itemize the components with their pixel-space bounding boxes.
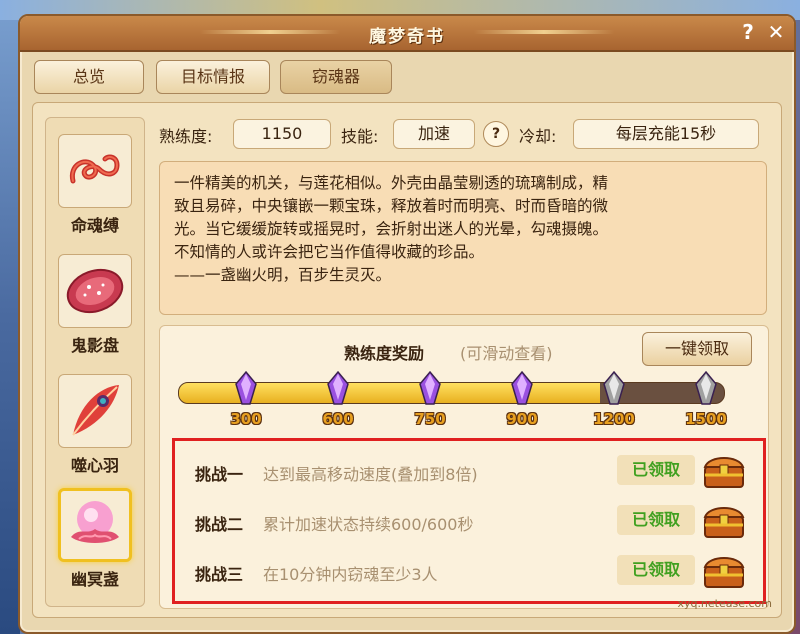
content-panel: 命魂缚 鬼影盘 噬心羽 幽冥盏 熟练度: 1150 技能: 加速 ? 冷却: 每…	[32, 102, 782, 618]
challenge-status: 已领取	[617, 505, 695, 535]
challenge-status: 已领取	[617, 455, 695, 485]
cooldown-label: 冷却:	[519, 127, 557, 146]
disc-icon	[66, 268, 124, 314]
background-left	[0, 0, 20, 634]
book-window: 魔梦奇书 ? ✕ 总览 目标情报 窃魂器 命魂缚 鬼影盘 噬心羽 幽冥盏 熟练度…	[18, 14, 796, 634]
close-button[interactable]: ✕	[764, 20, 788, 44]
description-line: 致且易碎，中央镶嵌一颗宝珠，释放着时而明亮、时而昏暗的微	[174, 197, 609, 215]
item-frame	[58, 374, 132, 448]
milestone-label: 1500	[685, 410, 727, 428]
milestone-label: 300	[230, 410, 262, 428]
treasure-chest-icon[interactable]	[701, 501, 747, 539]
description-line: 不知情的人或许会把它当作值得收藏的珍品。	[174, 243, 485, 261]
challenge-desc: 在10分钟内窃魂至少3人	[263, 565, 438, 584]
skill-value: 加速	[393, 119, 475, 149]
titlebar[interactable]: 魔梦奇书 ? ✕	[20, 16, 794, 52]
description-line: 一件精美的机关，与莲花相似。外壳由晶莹剔透的琉璃制成，精	[174, 174, 609, 192]
reward-hint: (可滑动查看)	[460, 344, 553, 363]
sidebar-item-soul-rope[interactable]: 命魂缚	[58, 134, 132, 236]
tab-overview[interactable]: 总览	[34, 60, 144, 94]
purple-crystal-icon[interactable]	[410, 368, 450, 408]
challenge-desc: 累计加速状态持续600/600秒	[263, 515, 474, 534]
feather-icon	[72, 385, 119, 436]
skill-label: 技能:	[341, 127, 379, 146]
milestone-label: 900	[506, 410, 538, 428]
challenge-desc: 达到最高移动速度(叠加到8倍)	[263, 465, 478, 484]
challenge-list: 挑战一 达到最高移动速度(叠加到8倍) 已领取 挑战二 累计加速状态持续600/…	[172, 438, 766, 604]
rope-icon	[69, 154, 120, 184]
milestone-label: 750	[414, 410, 446, 428]
item-description: 一件精美的机关，与莲花相似。外壳由晶莹剔透的琉璃制成，精 致且易碎，中央镶嵌一颗…	[159, 161, 767, 315]
challenge-row: 挑战三 在10分钟内窃魂至少3人 已领取	[189, 551, 755, 591]
milestone-label: 600	[322, 410, 354, 428]
skill-help-button[interactable]: ?	[483, 121, 509, 147]
proficiency-label: 熟练度:	[159, 127, 213, 146]
sidebar-item-ghost-disc[interactable]: 鬼影盘	[58, 254, 132, 356]
sidebar-item-netherlamp[interactable]: 幽冥盏	[58, 488, 132, 590]
item-sidebar: 命魂缚 鬼影盘 噬心羽 幽冥盏	[45, 117, 145, 607]
item-frame-selected	[58, 488, 132, 562]
purple-crystal-icon[interactable]	[502, 368, 542, 408]
treasure-chest-icon[interactable]	[701, 451, 747, 489]
proficiency-reward-panel[interactable]: 熟练度奖励 (可滑动查看) 一键领取 300 600 750 900 1200 1500 …	[159, 325, 769, 609]
window-title: 魔梦奇书	[369, 27, 445, 47]
challenge-row: 挑战一 达到最高移动速度(叠加到8倍) 已领取	[189, 451, 755, 491]
item-label: 命魂缚	[70, 216, 119, 235]
item-label: 噬心羽	[70, 456, 119, 475]
challenge-name: 挑战一	[195, 465, 244, 484]
description-line: 光。当它缓缓旋转或摇晃时，会折射出迷人的光晕，勾魂摄魄。	[174, 220, 609, 238]
challenge-status: 已领取	[617, 555, 695, 585]
grey-crystal-icon[interactable]	[686, 368, 726, 408]
item-frame	[58, 134, 132, 208]
watermark: xyq.netease.com	[677, 597, 772, 610]
milestone-label: 1200	[593, 410, 635, 428]
description-line: ——一盏幽火明，百步生灵灭。	[174, 266, 392, 284]
cooldown-value: 每层充能15秒	[573, 119, 759, 149]
treasure-chest-icon[interactable]	[701, 551, 747, 589]
challenge-name: 挑战三	[195, 565, 244, 584]
help-button[interactable]: ?	[736, 20, 760, 44]
claim-all-button[interactable]: 一键领取	[642, 332, 752, 366]
challenge-row: 挑战二 累计加速状态持续600/600秒 已领取	[189, 501, 755, 541]
item-frame	[58, 254, 132, 328]
grey-crystal-icon[interactable]	[594, 368, 634, 408]
sidebar-item-heart-feather[interactable]: 噬心羽	[58, 374, 132, 476]
tab-soul-stealer[interactable]: 窃魂器	[280, 60, 392, 94]
lotus-icon	[71, 501, 119, 543]
proficiency-value: 1150	[233, 119, 331, 149]
purple-crystal-icon[interactable]	[226, 368, 266, 408]
item-label: 幽冥盏	[70, 570, 119, 589]
purple-crystal-icon[interactable]	[318, 368, 358, 408]
reward-title: 熟练度奖励	[344, 344, 425, 363]
stats-row: 熟练度: 1150 技能: 加速 ? 冷却: 每层充能15秒	[159, 119, 759, 149]
tab-target-intel[interactable]: 目标情报	[156, 60, 270, 94]
item-label: 鬼影盘	[70, 336, 119, 355]
title-decoration-right	[474, 30, 614, 34]
challenge-name: 挑战二	[195, 515, 244, 534]
